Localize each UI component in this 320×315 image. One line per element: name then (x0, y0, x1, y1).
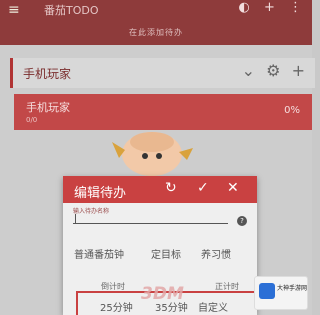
item-percent: 0% (284, 105, 300, 116)
text-cursor (75, 214, 76, 223)
chevron-down-icon[interactable]: ⌄ (242, 61, 255, 80)
item-name: 手机玩家 (26, 101, 70, 114)
toolbar-actions: ◐ + ⋮ (228, 0, 302, 15)
refresh-icon[interactable]: ↻ (165, 180, 177, 196)
site-logo-icon (259, 283, 275, 299)
duration-25[interactable]: 25分钟 (100, 299, 133, 314)
help-icon[interactable]: ? (237, 216, 247, 226)
app-bar: ≡ 番茄TODO ◐ + ⋮ 在此添加待办 (0, 0, 312, 45)
list-header[interactable]: 手机玩家 ⌄ ⚙ + (10, 58, 315, 88)
site-badge: 大神手游网 (254, 276, 308, 310)
todo-name-field[interactable]: 输入待办名称 ? (73, 206, 247, 232)
theme-icon[interactable]: ◐ (238, 0, 249, 15)
app-title: 番茄TODO (44, 4, 99, 17)
option-set-goal[interactable]: 定目标 (151, 246, 181, 261)
item-subtext: 0/0 (26, 116, 38, 124)
add-todo-hint[interactable]: 在此添加待办 (0, 27, 312, 38)
option-normal-pomodoro[interactable]: 普通番茄钟 (74, 246, 124, 261)
more-icon[interactable]: ⋮ (289, 0, 302, 15)
input-underline (73, 223, 228, 224)
site-badge-text: 大神手游网 (277, 285, 308, 292)
gear-icon[interactable]: ⚙ (266, 61, 280, 80)
option-build-habit[interactable]: 养习惯 (201, 246, 231, 261)
dialog-header: 编辑待办 ↻ ✓ ✕ (63, 176, 257, 203)
menu-icon[interactable]: ≡ (8, 2, 20, 18)
add-icon[interactable]: + (292, 61, 305, 80)
add-icon[interactable]: + (264, 0, 275, 15)
list-header-controls: ⌄ ⚙ + (236, 61, 305, 80)
close-icon[interactable]: ✕ (227, 180, 239, 196)
confirm-check-icon[interactable]: ✓ (197, 180, 209, 196)
list-header-name: 手机玩家 (23, 67, 72, 81)
dialog-title: 编辑待办 (74, 186, 127, 201)
todo-name-label: 输入待办名称 (73, 208, 110, 215)
watermark-text: 3DM (141, 284, 184, 304)
duration-custom[interactable]: 自定义 (198, 299, 228, 314)
